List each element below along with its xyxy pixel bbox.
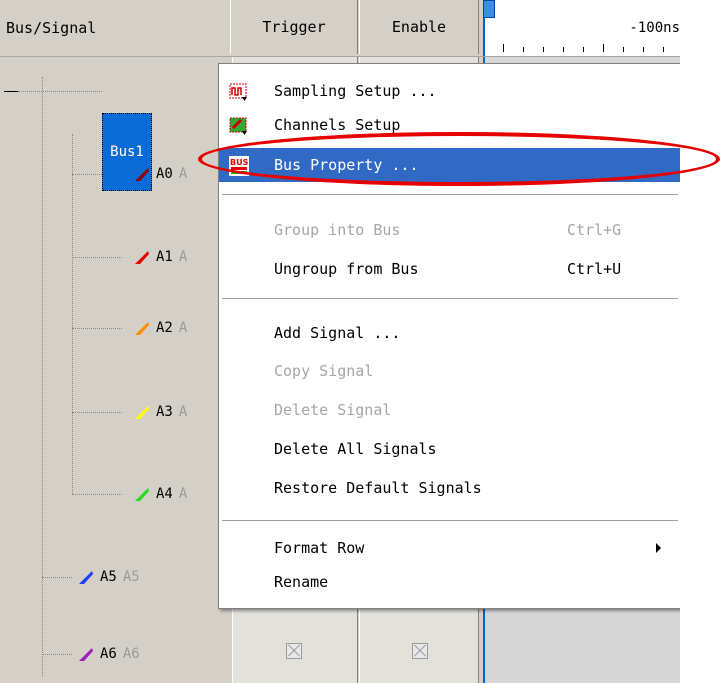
menu-item-label: Group into Bus [274,221,401,239]
signal-row-a1[interactable]: A1 A [132,247,187,267]
menu-item-delete-signal[interactable]: Delete Signal [219,393,680,427]
menu-item-label: Add Signal ... [274,324,401,342]
probe-icon [135,251,149,264]
signal-name: A1 [156,249,173,265]
signal-tree: Bus1 A0 A A1 A A2 A A3 A A4 A A5 A5 A6 A… [0,57,228,683]
signal-name: A6 [100,646,117,662]
time-ruler[interactable]: -100ns [483,0,680,56]
bus-signal-column-header[interactable]: Bus/Signal [6,0,96,56]
menu-item-shortcut: Ctrl+G [567,221,622,239]
menu-item-label: Format Row [274,539,365,557]
signal-alias: A [178,249,188,265]
signal-alias: A [178,404,188,420]
signal-alias: A5 [122,569,140,585]
signal-row-a5[interactable]: A5 A5 [76,567,140,587]
signal-alias: A [178,486,188,502]
menu-item-label: Channels Setup [274,116,401,134]
trigger-disabled-checkbox[interactable] [286,643,302,659]
time-marker-flag[interactable] [483,0,495,18]
logic-analyzer-window: Bus/Signal Trigger Enable -100ns Bus1 A0… [0,0,680,683]
menu-separator [222,520,678,522]
menu-item-ungroup-from-bus[interactable]: Ungroup from Bus Ctrl+U [219,252,680,286]
signal-row-a0[interactable]: A0 A [132,164,187,184]
trigger-column-header[interactable]: Trigger [230,0,358,54]
time-ruler-ticks [493,38,680,52]
menu-item-label: Sampling Setup ... [274,82,437,100]
collapse-icon[interactable] [4,91,18,92]
time-ruler-label: -100ns [629,20,680,36]
menu-item-label: Copy Signal [274,362,374,380]
signal-alias: A [178,320,188,336]
menu-item-group-into-bus[interactable]: Group into Bus Ctrl+G [219,213,680,247]
signal-name: A4 [156,486,173,502]
menu-item-label: Ungroup from Bus [274,260,419,278]
enable-disabled-checkbox[interactable] [412,643,428,659]
probe-icon [79,648,93,661]
menu-item-copy-signal[interactable]: Copy Signal [219,354,680,388]
menu-item-label: Rename [274,573,329,591]
probe-icon [135,322,149,335]
sampling-setup-icon [229,83,247,101]
probe-icon [135,168,149,181]
channels-setup-icon [229,117,247,135]
menu-item-add-signal[interactable]: Add Signal ... [219,316,680,350]
signal-name: A0 [156,166,173,182]
menu-separator [222,298,678,300]
menu-item-label: Restore Default Signals [274,479,482,497]
signal-name: A3 [156,404,173,420]
signal-row-a4[interactable]: A4 A [132,484,187,504]
menu-separator [222,194,678,196]
annotation-highlight-ellipse [198,132,720,186]
signal-row-a3[interactable]: A3 A [132,402,187,422]
signal-row-a2[interactable]: A2 A [132,318,187,338]
probe-icon [135,406,149,419]
signal-name: A5 [100,569,117,585]
signal-row-a6[interactable]: A6 A6 [76,644,140,664]
menu-item-shortcut: Ctrl+U [567,260,622,278]
probe-icon [135,488,149,501]
menu-item-rename[interactable]: Rename [219,565,680,599]
submenu-arrow-icon [656,543,661,553]
signal-alias: A6 [122,646,140,662]
menu-item-restore-default-signals[interactable]: Restore Default Signals [219,471,680,505]
menu-item-format-row[interactable]: Format Row [219,531,680,565]
signal-name: A2 [156,320,173,336]
menu-item-delete-all-signals[interactable]: Delete All Signals [219,432,680,466]
menu-item-label: Delete All Signals [274,440,437,458]
menu-item-label: Delete Signal [274,401,392,419]
menu-item-sampling-setup[interactable]: Sampling Setup ... [219,74,680,108]
signal-alias: A [178,166,188,182]
probe-icon [79,571,93,584]
enable-column-header[interactable]: Enable [359,0,479,54]
